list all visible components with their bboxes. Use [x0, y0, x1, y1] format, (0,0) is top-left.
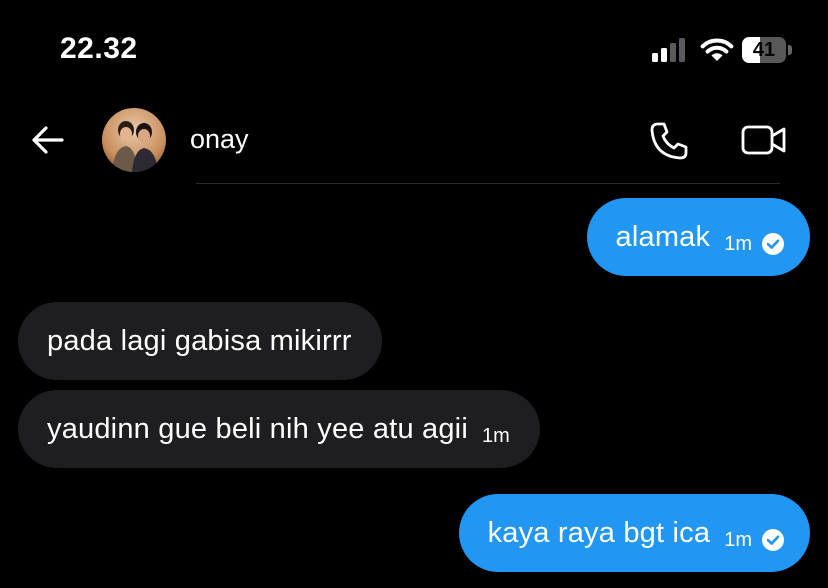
battery-tip [788, 45, 792, 55]
message-meta: 1m [724, 529, 784, 552]
arrow-left-icon[interactable] [28, 120, 68, 160]
contact-name[interactable]: onay [190, 124, 249, 155]
message-time: 1m [724, 528, 752, 551]
read-check-icon [762, 529, 784, 551]
message-bubble-sent[interactable]: kaya raya bgt ica 1m [458, 494, 810, 572]
message-meta: 1m [724, 233, 784, 256]
battery-level: 41 [752, 39, 776, 61]
chat-header: onay [0, 100, 828, 184]
header-divider [196, 183, 780, 184]
message-time: 1m [481, 424, 510, 447]
read-check-icon [762, 233, 784, 255]
phone-icon[interactable] [646, 118, 692, 164]
message-bubble-received[interactable]: yaudinn gue beli nih yee atu agii 1m [18, 390, 540, 468]
message-meta: 1m [482, 425, 510, 448]
message-text: alamak [615, 220, 711, 253]
wifi-icon [700, 38, 734, 61]
battery-icon: 41 [742, 37, 786, 63]
message-text: kaya raya bgt ica [487, 516, 711, 549]
message-text: pada lagi gabisa mikirrr [47, 324, 352, 357]
message-text: yaudinn gue beli nih yee atu agii [47, 412, 468, 445]
video-camera-icon[interactable] [740, 120, 788, 160]
avatar[interactable] [102, 108, 166, 172]
message-time: 1m [724, 232, 752, 255]
message-bubble-received[interactable]: pada lagi gabisa mikirrr [18, 302, 382, 380]
message-bubble-sent[interactable]: alamak 1m [586, 198, 810, 276]
status-bar: 22.32 41 [0, 0, 828, 100]
status-time: 22.32 [60, 32, 138, 65]
avatar-photo [102, 108, 166, 172]
cellular-signal-icon [652, 38, 685, 62]
